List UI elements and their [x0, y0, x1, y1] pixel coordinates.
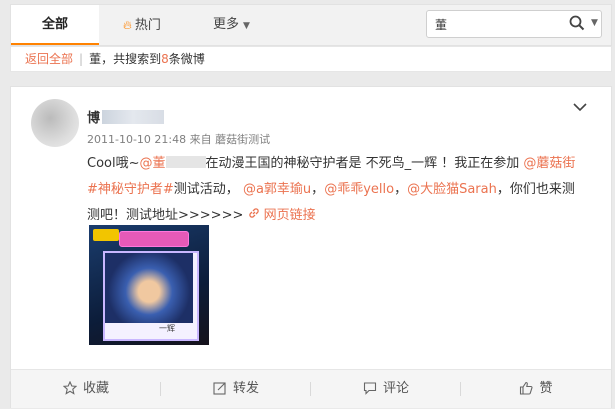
search-input[interactable] — [435, 15, 553, 33]
weibo-post-card: 博 2011-10-10 21:48 来自 蘑菇街测试 Cool哦~@董 在动漫王… — [10, 86, 612, 408]
blurred-name — [165, 156, 206, 168]
text-segment: ， — [394, 182, 408, 197]
thumbs-up-icon — [520, 381, 534, 395]
chevron-down-icon: ▼ — [243, 21, 250, 31]
tab-more[interactable]: 更多 ▼ — [213, 5, 250, 45]
favorite-label: 收藏 — [82, 381, 109, 396]
repost-label: 转发 — [232, 381, 259, 396]
chevron-down-icon — [573, 103, 587, 112]
username[interactable]: 博 — [87, 107, 165, 126]
text-segment: 测试活动， — [173, 182, 239, 197]
mention-link[interactable]: @大脸猫Sarah — [407, 182, 497, 197]
image-caption: 一辉 — [159, 324, 175, 333]
star-icon — [62, 380, 78, 395]
search-dropdown-icon[interactable]: ▼ — [591, 18, 598, 28]
mention-link[interactable]: @蘑菇街 — [523, 156, 575, 171]
image-character — [105, 253, 193, 323]
like-label: 赞 — [539, 381, 553, 396]
text-segment: 在动漫王国的神秘守护者是 不死鸟_一辉 ！我正在参加 — [205, 156, 520, 171]
search-box: ▼ — [426, 10, 602, 38]
image-banner — [119, 231, 189, 247]
back-to-all-link[interactable]: 返回全部 — [25, 52, 73, 66]
web-link[interactable]: 网页链接 — [248, 208, 316, 223]
post-timestamp[interactable]: 2011-10-10 21:48 — [87, 133, 186, 146]
breadcrumb: 返回全部 | 董，共搜索到8条微博 — [10, 46, 612, 72]
tab-more-label: 更多 — [213, 17, 240, 32]
blurred-name — [102, 110, 165, 124]
tab-hot-label: 热门 — [134, 18, 161, 33]
breadcrumb-separator: | — [79, 52, 84, 66]
action-bar: 收藏 转发 评论 赞 — [11, 369, 611, 408]
text-segment: Cool哦~ — [87, 156, 140, 171]
comment-label: 评论 — [382, 381, 409, 396]
tab-hot[interactable]: 🔥︎ 热门 — [123, 5, 161, 45]
post-text: Cool哦~@董 在动漫王国的神秘守护者是 不死鸟_一辉 ！我正在参加 @蘑菇街 … — [87, 151, 587, 229]
mention-link[interactable]: @乖乖yello — [324, 182, 394, 197]
image-logo — [93, 229, 119, 241]
result-count: 8 — [161, 52, 169, 66]
favorite-button[interactable]: 收藏 — [11, 370, 161, 408]
post-options-button[interactable] — [573, 101, 587, 115]
result-suffix-text: 条微博 — [168, 52, 205, 66]
result-prefix-text: ，共搜索到 — [101, 52, 162, 66]
mention-link[interactable]: @董 — [140, 156, 206, 171]
text-segment: ， — [311, 182, 325, 197]
web-link-label: 网页链接 — [263, 208, 316, 223]
search-query-text: 董 — [89, 52, 102, 66]
mention-text: @董 — [139, 156, 166, 171]
search-icon[interactable] — [569, 15, 585, 34]
post-source[interactable]: 蘑菇街测试 — [215, 133, 270, 146]
source-prefix: 来自 — [189, 133, 212, 146]
top-nav: 全部 🔥︎热门 更多▼ ▼ — [10, 4, 612, 46]
hashtag-link[interactable]: #神秘守护者# — [87, 182, 174, 197]
fire-icon: 🔥︎ — [123, 18, 132, 32]
tab-all-label: 全部 — [41, 17, 68, 32]
mention-link[interactable]: @a郭幸瑜u — [243, 182, 311, 197]
forward-icon — [213, 382, 226, 395]
post-image[interactable]: 一辉 — [89, 225, 209, 345]
like-button[interactable]: 赞 — [461, 370, 611, 408]
post-meta: 2011-10-10 21:48 来自 蘑菇街测试 — [87, 131, 270, 147]
comment-icon — [363, 382, 377, 395]
repost-button[interactable]: 转发 — [161, 370, 311, 408]
username-text: 博 — [87, 111, 101, 126]
comment-button[interactable]: 评论 — [311, 370, 461, 408]
avatar[interactable] — [31, 99, 79, 147]
tab-all[interactable]: 全部 — [11, 5, 99, 45]
link-icon — [248, 208, 259, 218]
